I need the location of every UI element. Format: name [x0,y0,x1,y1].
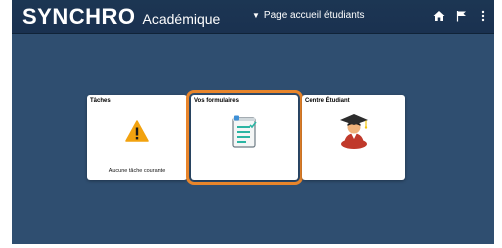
home-page-selector[interactable]: ▼ Page accueil étudiants [252,10,365,21]
tile-title: Vos formulaires [194,98,239,104]
app-window: SYNCHRO Académique ▼ Page accueil étudian… [12,0,494,244]
form-document-icon [231,115,259,154]
home-page-label: Page accueil étudiants [263,10,365,21]
tile-taches[interactable]: Tâches Aucune tâche courante [87,95,187,180]
top-banner: SYNCHRO Académique ▼ Page accueil étudian… [12,0,494,34]
tile-vos-formulaires[interactable]: Vos formulaires [186,90,303,185]
brand-name: SYNCHRO [22,4,136,29]
caret-down-icon: ▼ [252,11,260,20]
graduate-icon [338,113,370,154]
flag-icon[interactable] [450,7,472,25]
tile-title: Centre Étudiant [305,98,350,104]
header-actions [428,7,494,25]
brand-logo[interactable]: SYNCHRO Académique [22,5,220,29]
tile-centre-etudiant[interactable]: Centre Étudiant [302,95,405,180]
tile-title: Tâches [90,98,111,104]
home-icon[interactable] [428,7,450,25]
brand-subtitle: Académique [142,11,221,27]
warning-icon [125,119,149,148]
more-vertical-icon[interactable] [472,7,494,25]
tile-status-text: Aucune tâche courante [108,168,166,174]
